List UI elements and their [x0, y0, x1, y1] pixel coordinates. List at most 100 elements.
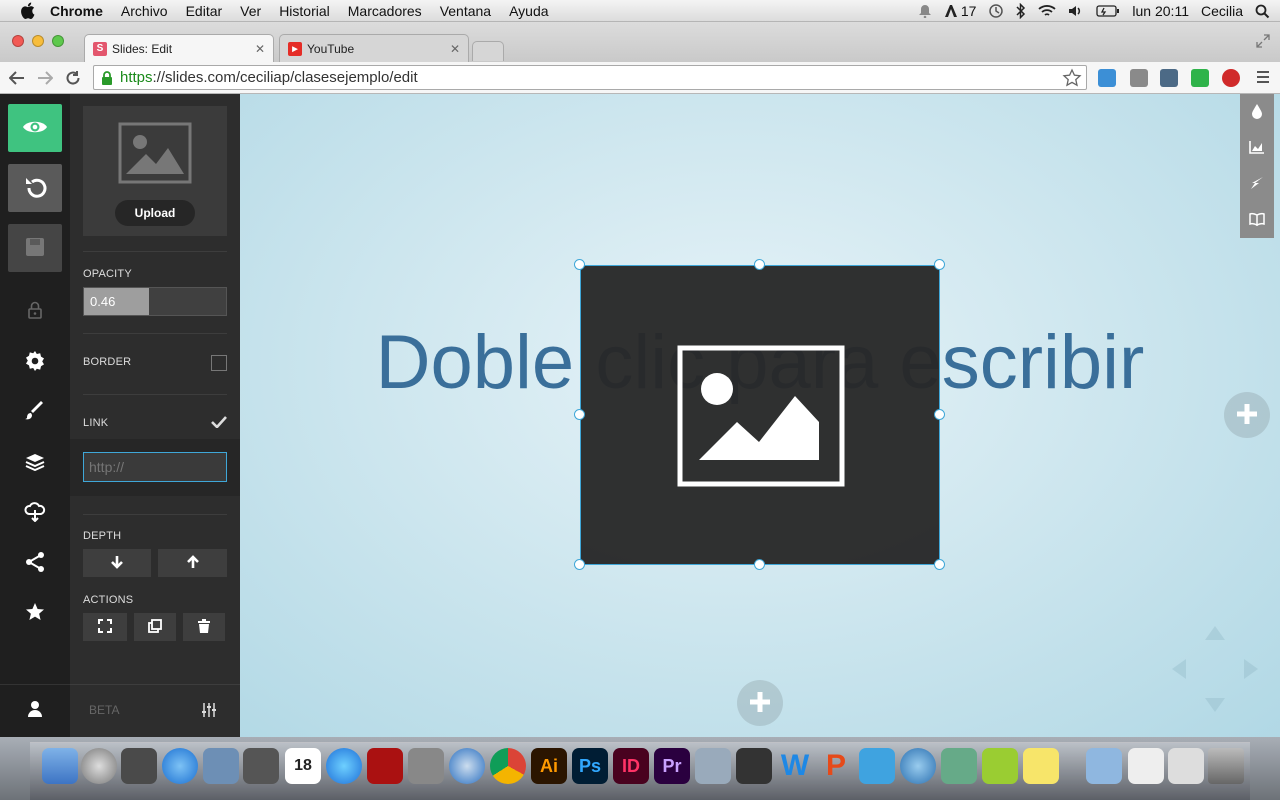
- resize-handle-right[interactable]: [934, 409, 945, 420]
- facetime-dock-icon[interactable]: [243, 748, 279, 784]
- bookmark-star-icon[interactable]: [1062, 68, 1082, 92]
- preview-dock-icon[interactable]: [203, 748, 239, 784]
- back-arrow-icon[interactable]: [7, 68, 27, 88]
- border-checkbox[interactable]: [211, 355, 227, 371]
- nav-right-arrow-icon[interactable]: [1244, 659, 1258, 682]
- menu-archivo[interactable]: Archivo: [121, 3, 168, 19]
- menubar-clock[interactable]: lun 20:11: [1132, 3, 1189, 19]
- layers-button[interactable]: [0, 438, 70, 488]
- menu-ayuda[interactable]: Ayuda: [509, 3, 548, 19]
- word-dock-icon[interactable]: W: [777, 748, 813, 784]
- window-minimize-button[interactable]: [32, 35, 44, 47]
- adobe-updates-icon[interactable]: 17: [944, 3, 976, 19]
- notes-button[interactable]: [1240, 202, 1274, 238]
- window-zoom-button[interactable]: [52, 35, 64, 47]
- apple-icon[interactable]: [18, 2, 36, 20]
- selected-image-block[interactable]: [580, 265, 940, 565]
- screenshot-extension-icon[interactable]: [1160, 69, 1178, 87]
- delete-button[interactable]: [183, 613, 225, 641]
- menu-editar[interactable]: Editar: [186, 3, 223, 19]
- finder-dock-icon[interactable]: [42, 748, 78, 784]
- settings-button[interactable]: [0, 337, 70, 387]
- nav-up-arrow-icon[interactable]: [1205, 626, 1225, 643]
- notification-bell-icon[interactable]: [918, 4, 932, 18]
- user-account-button[interactable]: [0, 685, 70, 735]
- powerpoint-dock-icon[interactable]: P: [818, 748, 854, 784]
- tab-slides-edit[interactable]: S Slides: Edit ✕: [84, 34, 274, 62]
- address-bar[interactable]: https://slides.com/ceciliap/clasesejempl…: [93, 65, 1087, 90]
- stickies-dock-icon[interactable]: [1023, 748, 1059, 784]
- fit-to-slide-button[interactable]: [83, 613, 127, 641]
- evernote-extension-icon[interactable]: [1191, 69, 1209, 87]
- trash-dock-icon[interactable]: [1208, 748, 1244, 784]
- network-dock-icon[interactable]: [900, 748, 936, 784]
- dock-app-icon[interactable]: [941, 748, 977, 784]
- calendar-dock-icon[interactable]: 18: [285, 748, 321, 784]
- volume-icon[interactable]: [1068, 4, 1084, 18]
- resize-handle-bottom-left[interactable]: [574, 559, 585, 570]
- resize-handle-top-left[interactable]: [574, 259, 585, 270]
- duplicate-button[interactable]: [134, 613, 176, 641]
- indesign-dock-icon[interactable]: ID: [613, 748, 649, 784]
- illustrator-dock-icon[interactable]: Ai: [531, 748, 567, 784]
- add-slide-down-button[interactable]: [737, 680, 783, 726]
- depth-down-button[interactable]: [83, 549, 151, 577]
- chrome-dock-icon[interactable]: [490, 748, 526, 784]
- style-button[interactable]: [0, 387, 70, 437]
- translate-extension-icon[interactable]: [1098, 69, 1116, 87]
- menubar-user[interactable]: Cecilia: [1201, 3, 1243, 19]
- resize-handle-top-right[interactable]: [934, 259, 945, 270]
- itunes-dock-icon[interactable]: [326, 748, 362, 784]
- wifi-icon[interactable]: [1038, 4, 1057, 18]
- add-slide-right-button[interactable]: [1224, 392, 1270, 438]
- premiere-dock-icon[interactable]: Pr: [654, 748, 690, 784]
- tab-youtube[interactable]: ▶ YouTube ✕: [279, 34, 469, 62]
- chart-button[interactable]: [1240, 130, 1274, 166]
- opacity-slider[interactable]: 0.46: [83, 287, 227, 316]
- downloads-dock-icon[interactable]: [1168, 748, 1204, 784]
- battery-icon[interactable]: [1096, 5, 1120, 17]
- nav-down-arrow-icon[interactable]: [1205, 698, 1225, 715]
- preview-button[interactable]: [8, 104, 62, 152]
- menu-ver[interactable]: Ver: [240, 3, 261, 19]
- favorite-button[interactable]: [0, 588, 70, 638]
- safari-dock-icon[interactable]: [449, 748, 485, 784]
- link-url-input[interactable]: [83, 452, 227, 482]
- reload-icon[interactable]: [63, 68, 83, 88]
- photoshop-dock-icon[interactable]: Ps: [572, 748, 608, 784]
- save-button[interactable]: [8, 224, 62, 272]
- tab-close-icon[interactable]: ✕: [255, 42, 265, 56]
- nav-left-arrow-icon[interactable]: [1172, 659, 1186, 682]
- lock-button[interactable]: [0, 286, 70, 336]
- bluetooth-icon[interactable]: [1016, 3, 1026, 19]
- system-preferences-dock-icon[interactable]: [408, 748, 444, 784]
- adblock-extension-icon[interactable]: [1222, 69, 1240, 87]
- menu-marcadores[interactable]: Marcadores: [348, 3, 422, 19]
- resize-handle-left[interactable]: [574, 409, 585, 420]
- undo-button[interactable]: [8, 164, 62, 212]
- messenger-dock-icon[interactable]: [859, 748, 895, 784]
- dock-app-icon[interactable]: [982, 748, 1018, 784]
- new-tab-button[interactable]: [472, 41, 504, 61]
- link-checkmark-icon[interactable]: [211, 415, 227, 431]
- photo-booth-dock-icon[interactable]: [367, 748, 403, 784]
- dock-app-icon[interactable]: [695, 748, 731, 784]
- spotlight-search-icon[interactable]: [1255, 4, 1270, 19]
- resize-handle-bottom[interactable]: [754, 559, 765, 570]
- applications-folder-dock-icon[interactable]: [1086, 748, 1122, 784]
- launchpad-dock-icon[interactable]: [81, 748, 117, 784]
- window-close-button[interactable]: [12, 35, 24, 47]
- resize-handle-top[interactable]: [754, 259, 765, 270]
- depth-up-button[interactable]: [158, 549, 227, 577]
- upload-button[interactable]: Upload: [115, 200, 195, 226]
- cloud-upload-button[interactable]: [0, 488, 70, 538]
- forward-arrow-icon[interactable]: [35, 68, 55, 88]
- menu-historial[interactable]: Historial: [279, 3, 330, 19]
- app-store-dock-icon[interactable]: [162, 748, 198, 784]
- image-preview[interactable]: Upload: [83, 106, 227, 236]
- slide-canvas[interactable]: Doble clic para escribir: [240, 94, 1280, 737]
- time-machine-icon[interactable]: [988, 3, 1004, 19]
- menu-app-name[interactable]: Chrome: [50, 3, 103, 19]
- theme-color-button[interactable]: [1240, 94, 1274, 130]
- transition-button[interactable]: [1240, 166, 1274, 202]
